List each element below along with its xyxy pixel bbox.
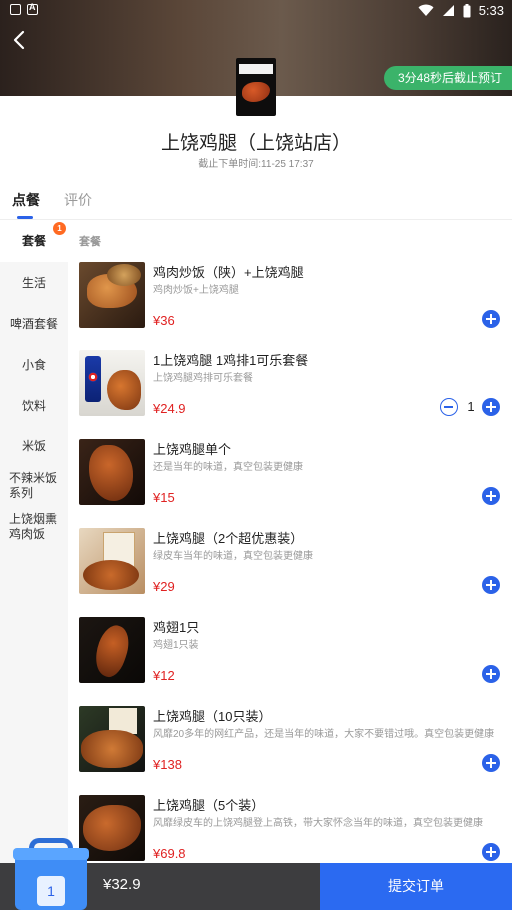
sidebar-item-smoked-chicken-rice[interactable]: 上饶烟熏鸡肉饭 <box>0 512 68 544</box>
sidebar-item-drinks[interactable]: 饮料 <box>0 391 68 421</box>
add-to-cart-button[interactable] <box>482 665 500 683</box>
product-item[interactable]: 上饶鸡腿（2个超优惠装） 绿皮车当年的味道，真空包装更健康 ¥29 <box>68 528 512 617</box>
product-price: ¥69.8 <box>153 846 186 861</box>
product-description: 还是当年的味道，真空包装更健康 <box>153 462 303 473</box>
product-image <box>79 617 145 683</box>
cart-total: ¥32.9 <box>103 876 141 893</box>
order-deadline: 截止下单时间:11-25 17:37 <box>198 159 314 170</box>
product-image <box>79 706 145 772</box>
product-item[interactable]: 鸡肉炒饭（陕）+上饶鸡腿 鸡肉炒饭+上饶鸡腿 ¥36 <box>68 262 512 351</box>
product-description: 鸡翅1只装 <box>153 640 199 651</box>
product-name: 1上饶鸡腿 1鸡排1可乐套餐 <box>153 353 309 368</box>
product-image <box>79 528 145 594</box>
submit-order-button[interactable]: 提交订单 <box>320 863 512 910</box>
order-countdown-badge: 3分48秒后截止预订 <box>383 66 512 90</box>
remove-from-cart-button[interactable] <box>440 398 458 416</box>
product-item[interactable]: 1上饶鸡腿 1鸡排1可乐套餐 上饶鸡腿鸡排可乐套餐 ¥24.9 1 <box>68 350 512 439</box>
sidebar-item-life[interactable]: 生活 <box>0 268 68 298</box>
sidebar-item-beer-combo[interactable]: 啤酒套餐 <box>0 309 68 339</box>
product-quantity: 1 <box>467 399 475 414</box>
product-price: ¥15 <box>153 490 175 505</box>
product-name: 上饶鸡腿（10只装） <box>153 709 272 724</box>
notification-a-icon <box>27 2 38 15</box>
add-to-cart-button[interactable] <box>482 310 500 328</box>
product-item[interactable]: 上饶鸡腿单个 还是当年的味道，真空包装更健康 ¥15 <box>68 439 512 528</box>
sidebar-item-mild-rice[interactable]: 不辣米饭系列 <box>0 471 68 503</box>
product-price: ¥24.9 <box>153 401 186 416</box>
product-item[interactable]: 鸡翅1只 鸡翅1只装 ¥12 <box>68 617 512 706</box>
add-to-cart-button[interactable] <box>482 754 500 772</box>
status-bar: 5:33 <box>0 0 512 22</box>
sidebar-item-combo[interactable]: 套餐 1 <box>0 220 68 262</box>
product-description: 鸡肉炒饭+上饶鸡腿 <box>153 285 239 296</box>
product-item[interactable]: 上饶鸡腿（10只装） 风靡20多年的网红产品，还是当年的味道，大家不要错过哦。真… <box>68 706 512 795</box>
shop-name: 上饶鸡腿（上饶站店） <box>160 133 351 154</box>
add-to-cart-button[interactable] <box>482 487 500 505</box>
product-name: 上饶鸡腿（5个装） <box>153 798 265 813</box>
shopping-bag-icon[interactable]: 1 <box>13 838 89 910</box>
product-name: 鸡翅1只 <box>153 620 200 635</box>
product-price: ¥138 <box>153 757 182 772</box>
product-price: ¥29 <box>153 579 175 594</box>
sidebar-item-snacks[interactable]: 小食 <box>0 350 68 380</box>
product-price: ¥12 <box>153 668 175 683</box>
back-arrow-icon[interactable] <box>8 28 32 52</box>
product-description: 风靡绿皮车的上饶鸡腿登上高铁，带大家怀念当年的味道，真空包装更健康 <box>153 818 483 829</box>
clock: 5:33 <box>478 3 504 18</box>
wifi-icon <box>418 4 434 16</box>
section-title: 套餐 <box>79 236 101 248</box>
sidebar-item-label: 套餐 <box>21 234 46 248</box>
category-count-badge: 1 <box>53 222 66 235</box>
category-sidebar: 套餐 1 生活 啤酒套餐 小食 饮料 米饭 不辣米饭系列 上饶烟熏鸡肉饭 <box>0 220 68 910</box>
battery-icon <box>463 3 471 17</box>
product-description: 风靡20多年的网红产品，还是当年的味道，大家不要错过哦。真空包装更健康 <box>153 729 495 740</box>
tab-reviews[interactable]: 评价 <box>64 190 92 210</box>
sidebar-item-rice[interactable]: 米饭 <box>0 431 68 461</box>
add-to-cart-button[interactable] <box>482 843 500 861</box>
add-to-cart-button[interactable] <box>482 398 500 416</box>
product-image <box>79 439 145 505</box>
active-tab-indicator <box>17 216 33 219</box>
product-name: 鸡肉炒饭（陕）+上饶鸡腿 <box>153 265 304 280</box>
product-description: 上饶鸡腿鸡排可乐套餐 <box>153 373 253 384</box>
product-name: 上饶鸡腿（2个超优惠装） <box>153 531 304 546</box>
add-to-cart-button[interactable] <box>482 576 500 594</box>
tab-order[interactable]: 点餐 <box>12 190 40 210</box>
notification-icon <box>10 4 21 15</box>
signal-icon <box>442 5 454 16</box>
product-description: 绿皮车当年的味道，真空包装更健康 <box>153 551 313 562</box>
product-name: 上饶鸡腿单个 <box>153 442 232 457</box>
cart-count: 1 <box>37 876 65 906</box>
product-image <box>79 350 145 416</box>
tab-bar: 点餐 评价 <box>0 180 512 220</box>
product-price: ¥36 <box>153 313 175 328</box>
product-image <box>79 262 145 328</box>
shop-logo <box>236 58 276 116</box>
